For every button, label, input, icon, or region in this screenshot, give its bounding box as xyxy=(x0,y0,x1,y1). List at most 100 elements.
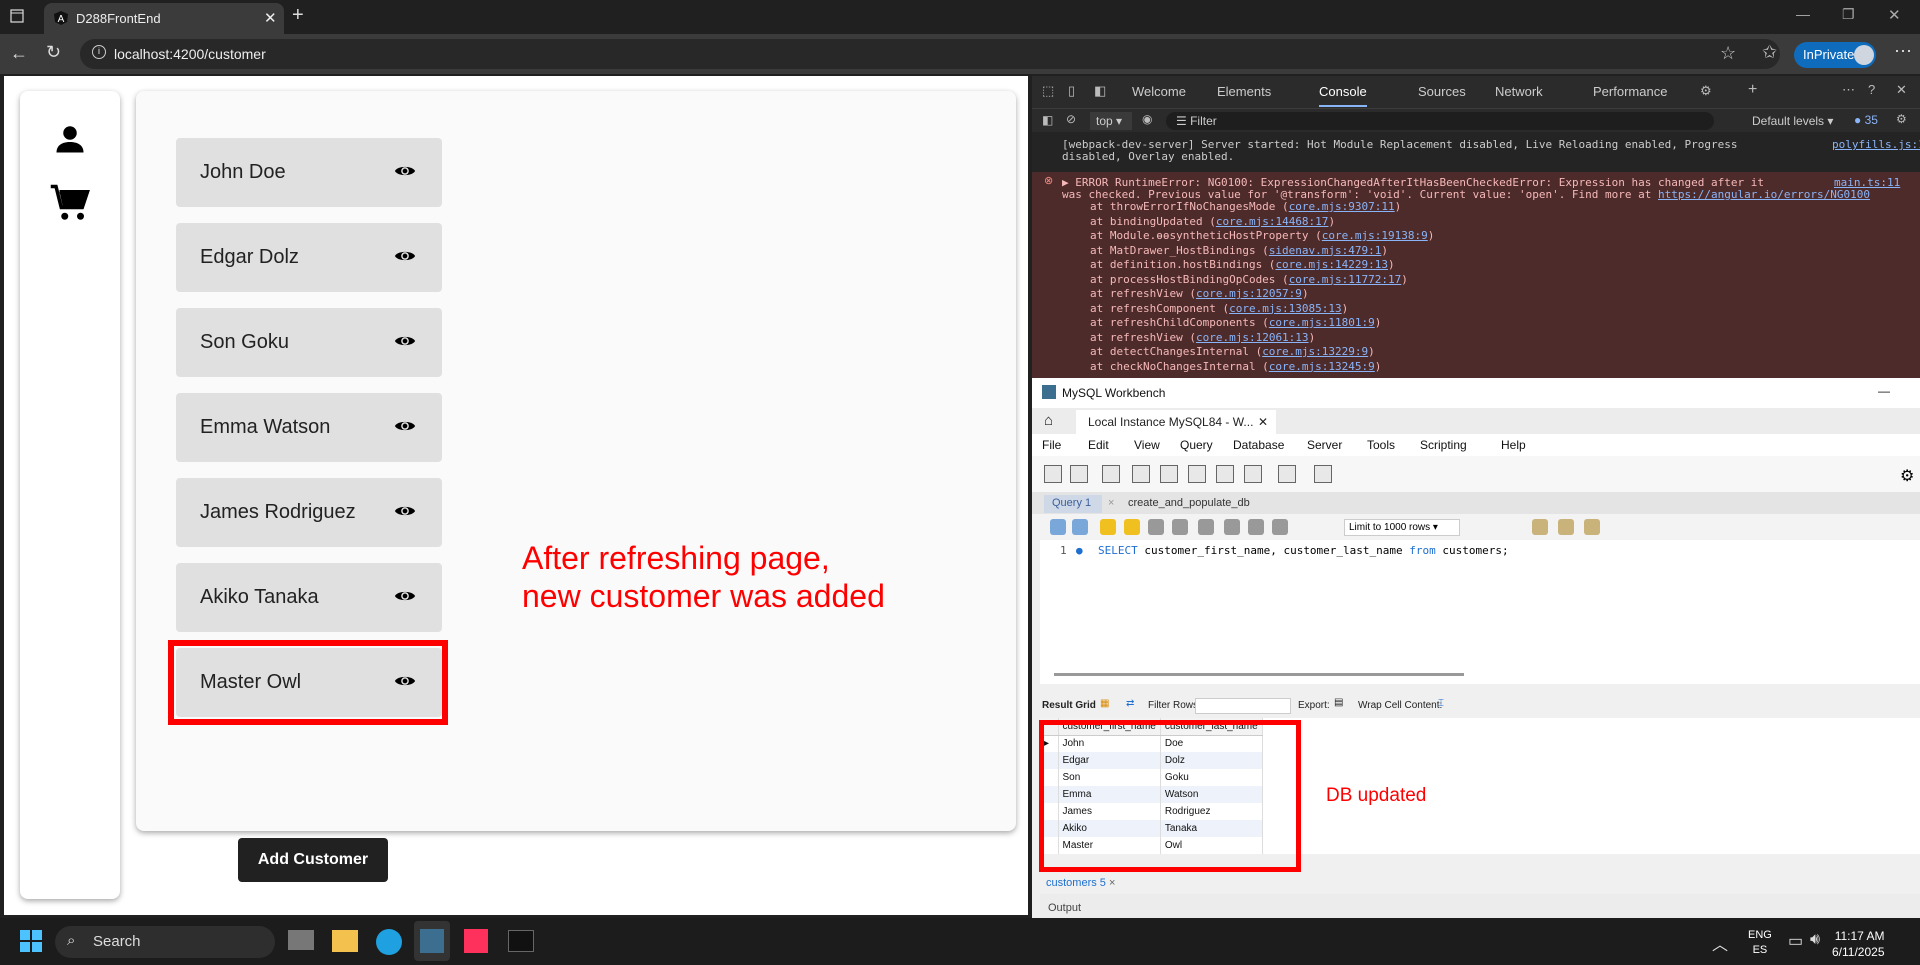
person-icon[interactable] xyxy=(52,121,88,157)
editor-tool-icon[interactable] xyxy=(1584,519,1600,535)
toolbar-button-icon[interactable] xyxy=(1132,465,1150,483)
editor-tool-icon[interactable] xyxy=(1248,519,1264,535)
connection-tab[interactable]: Local Instance MySQL84 - W... ✕ xyxy=(1076,410,1276,434)
cart-icon[interactable] xyxy=(48,183,92,225)
windows-start-icon[interactable] xyxy=(20,930,42,952)
help-icon[interactable]: ? xyxy=(1868,82,1875,97)
language-indicator[interactable]: ENG ES xyxy=(1748,928,1772,958)
log-levels-select[interactable]: Default levels ▾ xyxy=(1752,114,1833,128)
view-eye-icon[interactable] xyxy=(394,503,416,519)
editor-tool-icon[interactable] xyxy=(1172,519,1188,535)
connection-close-icon[interactable]: ✕ xyxy=(1258,415,1268,429)
editor-tool-icon[interactable] xyxy=(1148,519,1164,535)
menu-help[interactable]: Help xyxy=(1501,438,1526,452)
stack-link[interactable]: core.mjs:12057:9 xyxy=(1196,287,1302,300)
menu-edit[interactable]: Edit xyxy=(1088,438,1109,452)
stack-link[interactable]: sidenav.mjs:479:1 xyxy=(1269,244,1382,257)
device-icon[interactable]: ▯ xyxy=(1068,83,1075,99)
settings-gear-icon[interactable]: ⚙ xyxy=(1700,83,1712,99)
editor-tool-icon[interactable] xyxy=(1100,519,1116,535)
toolbar-button-icon[interactable] xyxy=(1160,465,1178,483)
stack-link[interactable]: core.mjs:13085:13 xyxy=(1229,302,1342,315)
scroll-thumb[interactable] xyxy=(1054,673,1464,676)
add-customer-button[interactable]: Add Customer xyxy=(238,838,388,882)
stack-link[interactable]: core.mjs:19138:9 xyxy=(1322,229,1428,242)
customer-item[interactable]: Edgar Dolz xyxy=(176,223,442,292)
editor-tool-icon[interactable] xyxy=(1558,519,1574,535)
show-hidden-icons[interactable]: ︿ xyxy=(1712,931,1728,955)
inprivate-badge[interactable]: InPrivate xyxy=(1794,42,1876,68)
customer-item[interactable]: James Rodriguez xyxy=(176,478,442,547)
console-filter-input[interactable]: ☰ Filter xyxy=(1166,112,1714,130)
add-panel-icon[interactable]: + xyxy=(1748,81,1757,99)
devtools-tab-network[interactable]: Network xyxy=(1495,84,1543,99)
toolbar-button-icon[interactable] xyxy=(1244,465,1262,483)
devtools-tab-sources[interactable]: Sources xyxy=(1418,84,1466,99)
stack-link[interactable]: core.mjs:14468:17 xyxy=(1216,215,1329,228)
query-tab-close-icon[interactable]: × xyxy=(1108,497,1114,509)
view-eye-icon[interactable] xyxy=(394,418,416,434)
restore-icon[interactable]: ❐ xyxy=(1842,6,1855,23)
editor-tool-icon[interactable] xyxy=(1198,519,1214,535)
editor-hscroll[interactable] xyxy=(1040,670,1920,684)
editor-tool-icon[interactable] xyxy=(1072,519,1088,535)
system-clock[interactable]: 11:17 AM 6/11/2025 xyxy=(1832,928,1885,960)
customer-item[interactable]: Emma Watson xyxy=(176,393,442,462)
tab-actions-icon[interactable] xyxy=(10,9,24,23)
eye-icon[interactable]: ◉ xyxy=(1142,112,1152,126)
refresh-rows-icon[interactable]: ⇄ xyxy=(1126,698,1134,709)
view-eye-icon[interactable] xyxy=(394,163,416,179)
site-info-icon[interactable]: i xyxy=(92,45,106,59)
close-window-icon[interactable]: ✕ xyxy=(1888,6,1901,24)
favorite-star-icon[interactable]: ☆ xyxy=(1720,43,1736,64)
tab-close-icon[interactable]: ✕ xyxy=(264,9,277,27)
stack-link[interactable]: core.mjs:9307:11 xyxy=(1289,200,1395,213)
taskbar-search[interactable]: ⌕ Search xyxy=(55,926,275,958)
output-label[interactable]: Output xyxy=(1048,902,1081,914)
grid-icon[interactable]: ▦ xyxy=(1100,698,1109,709)
minimize-icon[interactable]: — xyxy=(1796,6,1810,22)
toolbar-button-icon[interactable] xyxy=(1188,465,1206,483)
result-tab[interactable]: customers 5 × xyxy=(1046,877,1115,889)
limit-rows-select[interactable]: Limit to 1000 rows ▾ xyxy=(1344,519,1460,536)
devtools-tab-console[interactable]: Console xyxy=(1319,84,1367,107)
inspect-icon[interactable]: ⬚ xyxy=(1042,83,1054,99)
view-eye-icon[interactable] xyxy=(394,333,416,349)
stack-link[interactable]: core.mjs:13229:9 xyxy=(1262,345,1368,358)
query-tab-1[interactable]: Query 1 xyxy=(1044,495,1102,513)
new-tab-icon[interactable]: + xyxy=(292,4,304,27)
toolbar-button-icon[interactable] xyxy=(1278,465,1296,483)
refresh-icon[interactable]: ↻ xyxy=(46,42,61,63)
result-grid-label[interactable]: Result Grid xyxy=(1042,700,1096,711)
menu-query[interactable]: Query xyxy=(1180,438,1213,452)
query-tab-2[interactable]: create_and_populate_db xyxy=(1120,495,1258,511)
workbench-minimize-icon[interactable]: — xyxy=(1878,384,1890,398)
console-sidebar-icon[interactable]: ◧ xyxy=(1042,113,1053,127)
network-icon[interactable]: ▭ xyxy=(1788,931,1803,951)
sidebar-toggle-icon[interactable]: ◧ xyxy=(1094,83,1106,99)
stack-link[interactable]: core.mjs:14229:13 xyxy=(1275,258,1388,271)
edge-icon[interactable] xyxy=(376,929,402,955)
menu-view[interactable]: View xyxy=(1134,438,1160,452)
stack-link[interactable]: core.mjs:13245:9 xyxy=(1269,360,1375,373)
stack-link[interactable]: core.mjs:11772:17 xyxy=(1289,273,1402,286)
view-eye-icon[interactable] xyxy=(394,588,416,604)
toolbar-button-icon[interactable] xyxy=(1102,465,1120,483)
clear-console-icon[interactable]: ⊘ xyxy=(1066,112,1076,126)
stack-link[interactable]: core.mjs:12061:13 xyxy=(1196,331,1309,344)
source-link[interactable]: polyfills.js:1 xyxy=(1832,138,1920,151)
toolbar-button-icon[interactable] xyxy=(1216,465,1234,483)
more-menu-icon[interactable]: ⋯ xyxy=(1894,41,1912,62)
editor-tool-icon[interactable] xyxy=(1124,519,1140,535)
result-tab-close-icon[interactable]: × xyxy=(1109,877,1115,889)
terminal-icon[interactable] xyxy=(508,930,534,952)
error-source-link[interactable]: main.ts:11 xyxy=(1834,176,1900,189)
workbench-settings-icon[interactable]: ⚙ xyxy=(1900,466,1914,486)
wrap-cell-icon[interactable]: ⌶ xyxy=(1438,698,1444,709)
console-settings-icon[interactable]: ⚙ xyxy=(1896,112,1907,126)
intellij-icon[interactable] xyxy=(464,929,488,953)
editor-tool-icon[interactable] xyxy=(1532,519,1548,535)
home-icon[interactable]: ⌂ xyxy=(1044,412,1053,429)
toolbar-button-icon[interactable] xyxy=(1070,465,1088,483)
devtools-tab-elements[interactable]: Elements xyxy=(1217,84,1271,99)
